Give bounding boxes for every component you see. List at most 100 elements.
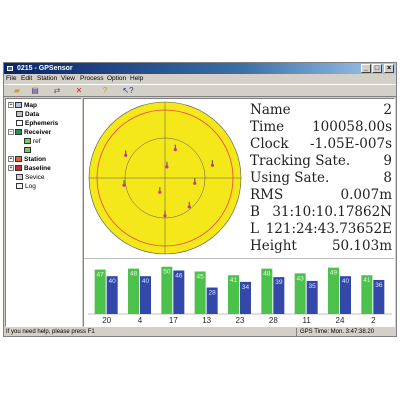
menu-bar: File Edit Station View Process Option He… xyxy=(4,74,396,84)
satellite-glyph xyxy=(194,178,196,183)
minimize-button[interactable]: _ xyxy=(361,64,371,73)
bar-value-label: 48 xyxy=(130,271,138,278)
tree-item-ref-2[interactable] xyxy=(24,146,33,155)
bar-value-label: 39 xyxy=(275,279,283,286)
bar-value-label: 41 xyxy=(363,277,371,284)
app-window: 0215 - GPSensor _ □ × File Edit Station … xyxy=(3,62,397,337)
tree-item-baseline[interactable]: + Baseline xyxy=(8,164,51,173)
maximize-button[interactable]: □ xyxy=(372,64,382,73)
satellite-dot xyxy=(173,148,177,152)
baseline-icon xyxy=(15,165,22,172)
bar-value-label: 40 xyxy=(142,278,150,285)
status-help-text: If you need help, please press F1 xyxy=(6,329,95,335)
log-icon xyxy=(16,183,23,190)
satellite-dot xyxy=(158,190,162,194)
satellite-prn-label: 17 xyxy=(169,316,178,325)
context-help-icon[interactable]: ↖? xyxy=(121,86,135,96)
menu-help[interactable]: Help xyxy=(130,75,143,83)
info-name: Name 2 xyxy=(250,102,392,118)
bar-value-label: 46 xyxy=(175,273,183,280)
satellite-glyph xyxy=(166,161,168,166)
receiver-icon xyxy=(15,129,22,136)
menu-edit[interactable]: Edit xyxy=(21,75,32,83)
help-icon[interactable]: ? xyxy=(98,86,112,96)
satellite-glyph xyxy=(123,180,125,185)
collapse-icon[interactable]: − xyxy=(8,129,14,136)
save-icon[interactable]: ▤ xyxy=(28,86,42,96)
map-icon xyxy=(15,102,22,109)
info-latitude: B 31:10:10.17862N xyxy=(250,204,392,220)
bar-value-label: 47 xyxy=(97,272,105,279)
satellite-dot xyxy=(163,214,167,218)
bar-value-label: 40 xyxy=(342,278,350,285)
info-clock: Clock -1.05E-007s xyxy=(250,136,392,152)
satellite-prn-label: 13 xyxy=(202,316,211,325)
satellite-dot xyxy=(122,183,126,187)
tree-item-ref[interactable]: ref xyxy=(24,137,41,146)
expand-icon[interactable]: + xyxy=(8,165,14,172)
satellite-dot xyxy=(187,205,191,209)
menu-process[interactable]: Process xyxy=(80,75,103,83)
menu-option[interactable]: Option xyxy=(107,75,126,83)
info-using: Using Sate. 8 xyxy=(250,170,392,186)
bar-value-label: 40 xyxy=(109,278,117,285)
expand-icon[interactable]: + xyxy=(8,156,14,163)
open-icon[interactable]: ▰ xyxy=(10,86,24,96)
satellite-prn-label: 20 xyxy=(102,316,111,325)
bar-value-label: 49 xyxy=(330,270,338,277)
satellite-prn-label: 4 xyxy=(138,316,143,325)
satellite-glyph xyxy=(211,160,214,165)
satellite-prn-label: 11 xyxy=(303,316,312,325)
satellite-glyph xyxy=(174,144,176,149)
ephemeris-icon xyxy=(16,120,23,127)
data-icon xyxy=(16,111,23,118)
bar-value-label: 36 xyxy=(375,282,383,289)
satellite-prn-label: 24 xyxy=(336,316,345,325)
tree-item-receiver[interactable]: − Receiver xyxy=(8,128,51,137)
close-button[interactable]: × xyxy=(384,64,394,73)
main-view: Name 2 Time 100058.00s Clock -1.05E-007s Tr… xyxy=(83,98,395,327)
tree-item-service[interactable]: Sevice xyxy=(16,173,45,182)
satellite-dot xyxy=(124,153,128,157)
satellite-glyph xyxy=(164,210,166,215)
bar-value-label: 28 xyxy=(209,290,217,297)
title-bar[interactable]: 0215 - GPSensor _ □ × xyxy=(4,63,396,74)
status-bar: If you need help, please press F1 GPS Ti… xyxy=(4,328,396,337)
satellite-glyph xyxy=(159,187,161,192)
window-title: 0215 - GPSensor xyxy=(17,65,73,72)
tree-item-ephemeris[interactable]: Ephemeris xyxy=(16,119,58,128)
info-rms: RMS 0.007m xyxy=(250,187,392,203)
tree-item-station[interactable]: + Station xyxy=(8,155,46,164)
tree-item-log[interactable]: Log xyxy=(16,182,36,191)
disconnect-icon[interactable]: ✕ xyxy=(72,86,86,96)
satellite-glyph xyxy=(188,201,190,206)
bar-value-label: 50 xyxy=(163,269,171,276)
tree-panel: + Map Data Ephemeris − Receiver ref + Stati… xyxy=(5,98,82,327)
tree-item-data[interactable]: Data xyxy=(16,110,39,119)
info-longitude: L 121:24:43.73652E xyxy=(250,221,392,237)
info-height: Height 50.103m xyxy=(250,238,392,254)
menu-view[interactable]: View xyxy=(61,75,75,83)
satellite-dot xyxy=(193,181,197,185)
status-gps-time: GPS Time: Mon. 3:47:38.20 xyxy=(296,328,374,337)
bar-value-label: 35 xyxy=(309,283,317,290)
satellite-prn-label: 28 xyxy=(269,316,278,325)
bar-value-label: 48 xyxy=(263,271,271,278)
sky-plot xyxy=(88,101,242,255)
receiver-node-icon xyxy=(24,147,31,154)
tree-item-map[interactable]: + Map xyxy=(8,101,37,110)
snr-bar-chart: 47 40 20 48 40 4 50 46 17 45 28 13 41 34 23 48 39 28 43 35 1… xyxy=(84,258,394,325)
menu-station[interactable]: Station xyxy=(37,75,57,83)
connect-icon[interactable]: ⇄ xyxy=(50,86,64,96)
satellite-dot xyxy=(210,163,215,167)
bar-value-label: 34 xyxy=(242,284,250,291)
app-icon xyxy=(6,65,14,72)
bar-value-label: 45 xyxy=(197,273,205,280)
satellite-dot xyxy=(165,165,169,169)
info-time: Time 100058.00s xyxy=(250,119,392,135)
toolbar: ▰ ▤ ⇄ ✕ ? ↖? xyxy=(4,84,396,97)
bar-value-label: 43 xyxy=(297,275,305,282)
menu-file[interactable]: File xyxy=(6,75,16,83)
expand-icon[interactable]: + xyxy=(8,102,14,109)
satellite-prn-label: 23 xyxy=(236,316,245,325)
